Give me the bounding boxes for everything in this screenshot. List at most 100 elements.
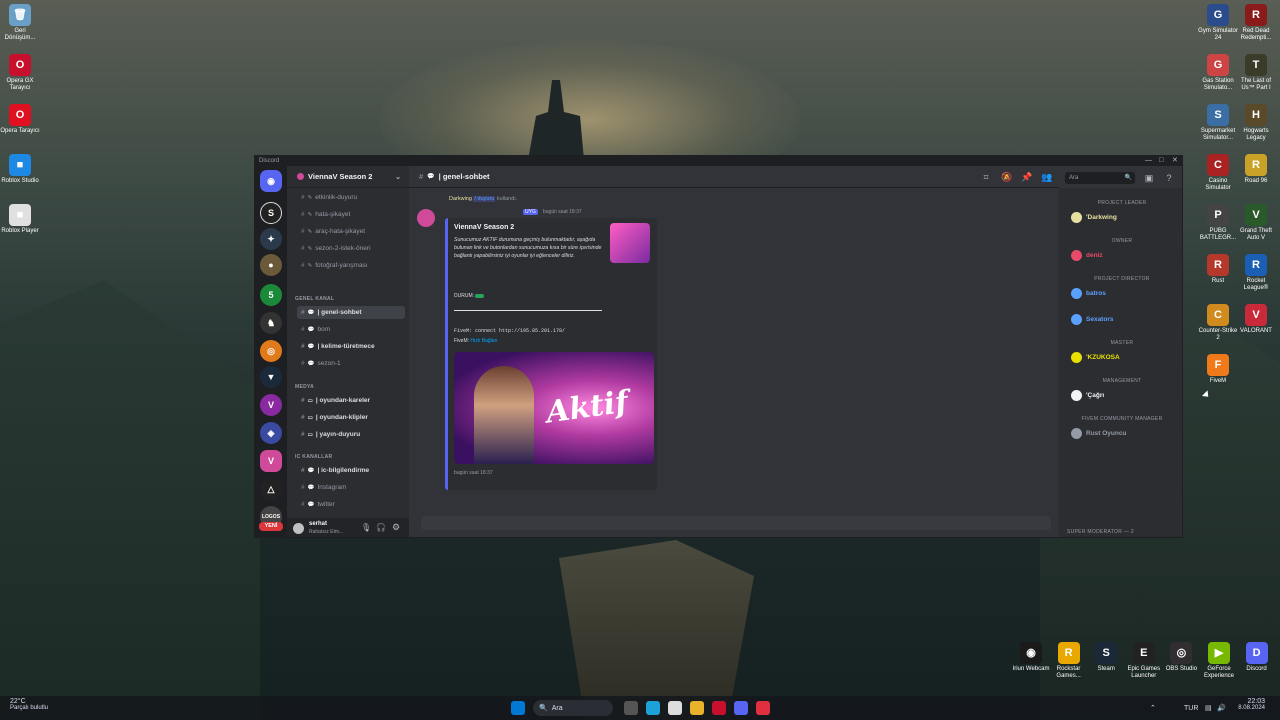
opera-taskbar-icon[interactable]: [756, 701, 770, 715]
headphones-icon[interactable]: 🎧: [376, 523, 386, 532]
minimize-icon[interactable]: —: [1145, 156, 1152, 166]
server-icon-3[interactable]: ●: [260, 254, 282, 276]
pin-icon[interactable]: 📌: [1021, 172, 1032, 182]
desktop-shortcut[interactable]: C Casino Simulator: [1198, 154, 1238, 191]
notification-bell-icon[interactable]: 🔕: [1001, 172, 1012, 182]
embed-banner-image[interactable]: Aktif: [454, 352, 654, 464]
reply-command[interactable]: / duyuru: [473, 196, 496, 202]
server-icon-5[interactable]: ♞: [260, 312, 282, 334]
member-item[interactable]: deniz: [1071, 250, 1103, 261]
app-icon[interactable]: [668, 701, 682, 715]
server-icon-7[interactable]: ▼: [260, 366, 282, 388]
member-item[interactable]: 'KZUKOSA: [1071, 352, 1120, 363]
discord-taskbar-icon[interactable]: [734, 701, 748, 715]
server-icon-9[interactable]: ◈: [260, 422, 282, 444]
microphone-icon[interactable]: 🎙: [361, 523, 371, 532]
desktop-shortcut[interactable]: F FiveM: [1198, 354, 1238, 385]
channel-item[interactable]: # 💬 | kelime-türetmece: [297, 340, 405, 353]
channel-item[interactable]: # 💬 twitter: [297, 498, 405, 511]
avatar[interactable]: [293, 523, 304, 534]
channel-item[interactable]: # 💬 bom: [297, 323, 405, 336]
desktop-shortcut[interactable]: R Rocket League®: [1236, 254, 1276, 291]
desktop-shortcut[interactable]: R Rust: [1198, 254, 1238, 285]
member-item[interactable]: 'Darkwing: [1071, 212, 1117, 223]
chevron-down-icon[interactable]: ⌄: [395, 173, 401, 181]
task-view-icon[interactable]: [624, 701, 638, 715]
desktop-shortcut[interactable]: O Opera GX Tarayıcı: [0, 54, 40, 91]
desktop-shortcut[interactable]: G Gym Simulator 24: [1198, 4, 1238, 41]
desktop-shortcut[interactable]: V Grand Theft Auto V: [1236, 204, 1276, 241]
desktop-shortcut[interactable]: ◎ OBS Studio: [1161, 642, 1201, 673]
taskbar-search[interactable]: 🔍 Ara: [533, 700, 613, 716]
close-icon[interactable]: ✕: [1172, 156, 1178, 166]
member-item[interactable]: batros: [1071, 288, 1106, 299]
member-item[interactable]: Rust Oyuncu: [1071, 428, 1126, 439]
desktop-shortcut[interactable]: ▶ GeForce Experience: [1199, 642, 1239, 679]
channel-item[interactable]: # 💬 | genel-sohbet: [297, 306, 405, 319]
channel-item[interactable]: # 💬 | ic-bilgilendirme: [297, 464, 405, 477]
desktop-shortcut[interactable]: 🗑 Geri Dönüşüm...: [0, 4, 40, 41]
channel-item[interactable]: # ▭ | yayın-duyuru: [297, 428, 405, 441]
threads-icon[interactable]: ⌗: [981, 172, 991, 182]
desktop-shortcut[interactable]: R Road 96: [1236, 154, 1276, 185]
help-icon[interactable]: ?: [1164, 173, 1174, 183]
category-general[interactable]: GENEL KANAL: [295, 296, 334, 302]
start-icon[interactable]: [511, 701, 525, 715]
weather-widget[interactable]: 22°C Parçalı bulutlu: [10, 698, 48, 714]
channel-item[interactable]: # ✎ fotoğraf-yarışması: [297, 259, 405, 272]
channel-item[interactable]: # 💬 Instagram: [297, 481, 405, 494]
network-icon[interactable]: ▤: [1205, 700, 1212, 716]
desktop-shortcut[interactable]: ■ Roblox Studio: [0, 154, 40, 185]
reply-user[interactable]: Darkwing: [449, 196, 472, 202]
channel-item[interactable]: # ✎ araç-hata-şikayet: [297, 225, 405, 238]
server-icon-11[interactable]: △: [260, 478, 282, 500]
server-icon-6[interactable]: ◎: [260, 340, 282, 362]
desktop-shortcut[interactable]: O Opera Tarayıcı: [0, 104, 40, 135]
category-ic[interactable]: IC KANALLAR: [295, 454, 332, 460]
volume-icon[interactable]: 🔊: [1217, 700, 1226, 716]
server-icon-s[interactable]: S: [260, 202, 282, 224]
server-icon-2[interactable]: ✦: [260, 228, 282, 250]
member-item[interactable]: Sexators: [1071, 314, 1113, 325]
desktop-shortcut[interactable]: V VALORANT: [1236, 304, 1276, 335]
guild-header[interactable]: ViennaV Season 2 ⌄: [287, 166, 409, 188]
file-explorer-icon[interactable]: [690, 701, 704, 715]
desktop-shortcut[interactable]: R Rockstar Games...: [1049, 642, 1089, 679]
channel-item[interactable]: # ✎ sezon-2-istek-öneri: [297, 242, 405, 255]
desktop-shortcut[interactable]: S Supermarket Simulator...: [1198, 104, 1238, 141]
channel-item[interactable]: # ▭ | oyundan-kareler: [297, 394, 405, 407]
server-icon-8[interactable]: V: [260, 394, 282, 416]
desktop-shortcut[interactable]: S Steam: [1086, 642, 1126, 673]
server-icon-viennav[interactable]: V: [260, 450, 282, 472]
member-item[interactable]: 'Çağrı: [1071, 390, 1104, 401]
desktop-shortcut[interactable]: ◉ Iriun Webcam: [1011, 642, 1051, 673]
desktop-shortcut[interactable]: D Discord: [1237, 642, 1277, 673]
tray-chevron-icon[interactable]: ⌃: [1150, 700, 1156, 716]
desktop-shortcut[interactable]: R Red Dead Redempti...: [1236, 4, 1276, 41]
channel-item[interactable]: # ▭ | oyundan-klipler: [297, 411, 405, 424]
clock[interactable]: 22:03 8.08.2024: [1235, 698, 1265, 714]
desktop-shortcut[interactable]: T The Last of Us™ Part I: [1236, 54, 1276, 91]
desktop-shortcut[interactable]: P PUBG BATTLEGR...: [1198, 204, 1238, 241]
desktop-shortcut[interactable]: E Epic Games Launcher: [1124, 642, 1164, 679]
desktop-shortcut[interactable]: H Hogwarts Legacy: [1236, 104, 1276, 141]
search-input[interactable]: Ara 🔍: [1065, 172, 1135, 184]
desktop-shortcut[interactable]: C Counter-Strike 2: [1198, 304, 1238, 341]
server-icon-4[interactable]: 5: [260, 284, 282, 306]
gear-icon[interactable]: ⚙: [392, 522, 400, 533]
channel-item[interactable]: # ✎ etkinlik-duyuru: [297, 191, 405, 204]
discord-home-icon[interactable]: ◉: [260, 170, 282, 192]
category-media[interactable]: MEDYA: [295, 384, 314, 390]
edge-icon[interactable]: [646, 701, 660, 715]
maximize-icon[interactable]: □: [1159, 156, 1163, 166]
language-indicator[interactable]: TUR: [1184, 700, 1198, 716]
desktop-shortcut[interactable]: ■ Roblox Player: [0, 204, 40, 235]
quick-connect-link[interactable]: Hızlı Bağlan: [470, 338, 497, 344]
message-input[interactable]: [421, 516, 1051, 530]
desktop-shortcut[interactable]: G Gas Station Simulato...: [1198, 54, 1238, 91]
channel-item[interactable]: # 💬 sezon-1: [297, 357, 405, 370]
inbox-icon[interactable]: ▣: [1144, 173, 1154, 183]
author-avatar[interactable]: [417, 209, 435, 227]
channel-item[interactable]: # ✎ hata-şikayet: [297, 208, 405, 221]
member-list-icon[interactable]: 👥: [1041, 172, 1052, 182]
